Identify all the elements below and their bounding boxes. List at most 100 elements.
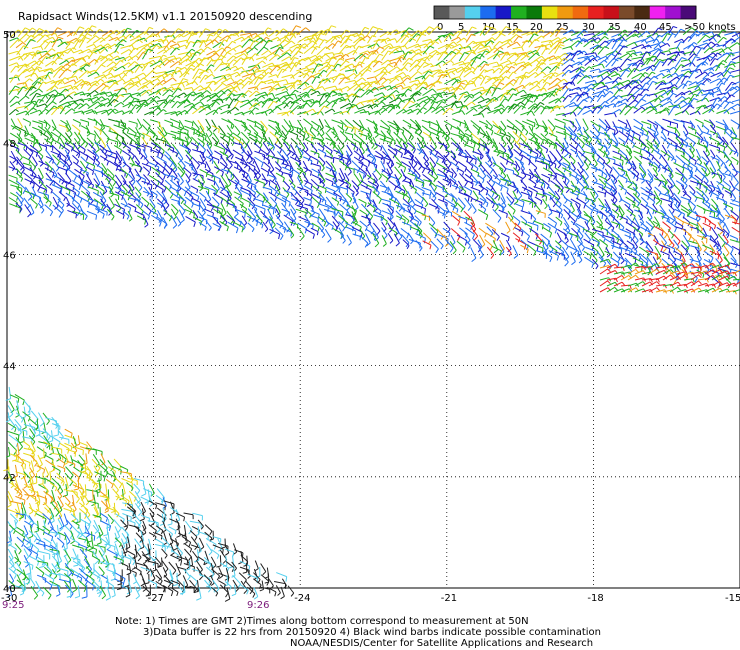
wind-barb bbox=[232, 44, 241, 50]
wind-barb-feather bbox=[402, 82, 406, 87]
wind-barb-feather bbox=[616, 174, 620, 180]
wind-barb bbox=[388, 97, 400, 104]
wind-barb-feather bbox=[122, 65, 126, 70]
wind-barb bbox=[339, 60, 347, 68]
wind-barb-feather bbox=[711, 174, 716, 179]
wind-barb bbox=[470, 132, 481, 141]
wind-barb-feather bbox=[186, 80, 190, 85]
wind-barb-feather bbox=[237, 132, 241, 136]
wind-barb-feather bbox=[183, 92, 187, 96]
wind-barb-feather bbox=[547, 66, 552, 70]
wind-barb-feather bbox=[307, 99, 312, 103]
wind-barb-feather bbox=[505, 65, 510, 69]
wind-barb-feather bbox=[255, 66, 260, 70]
wind-barb bbox=[263, 39, 269, 48]
wind-barb-feather bbox=[434, 41, 439, 45]
legend-swatch bbox=[526, 6, 543, 19]
wind-barb bbox=[624, 106, 634, 116]
wind-barb bbox=[31, 156, 38, 165]
wind-barb-feather bbox=[554, 72, 559, 75]
wind-barb-feather bbox=[91, 170, 95, 175]
wind-barb-feather bbox=[162, 168, 166, 174]
wind-barb bbox=[317, 148, 327, 154]
wind-barb-feather bbox=[450, 125, 453, 130]
wind-barb bbox=[155, 71, 166, 74]
wind-barb bbox=[29, 109, 40, 115]
wind-barb-feather bbox=[321, 167, 325, 172]
wind-barb-feather bbox=[234, 106, 239, 111]
wind-barb-feather bbox=[347, 162, 352, 166]
wind-barb-feather bbox=[460, 101, 464, 106]
wind-barb bbox=[234, 125, 241, 133]
wind-barb-feather bbox=[585, 166, 589, 171]
wind-barb-feather bbox=[496, 152, 501, 157]
wind-barb-feather bbox=[687, 80, 692, 83]
wind-barb bbox=[176, 44, 186, 49]
wind-barb-feather bbox=[491, 182, 496, 188]
wind-barb bbox=[304, 75, 312, 83]
wind-barb-feather bbox=[318, 38, 324, 42]
wind-barb bbox=[60, 119, 68, 125]
wind-barb-feather bbox=[544, 132, 549, 137]
wind-barb-feather bbox=[169, 162, 174, 168]
wind-barb-feather bbox=[32, 142, 35, 148]
wind-barb bbox=[486, 154, 493, 165]
wind-barb bbox=[429, 126, 439, 133]
wind-barb-feather bbox=[112, 181, 117, 187]
wind-barb bbox=[585, 79, 596, 84]
wind-barb-feather bbox=[309, 171, 313, 176]
wind-barb bbox=[141, 81, 151, 89]
wind-barb bbox=[66, 91, 75, 97]
legend-swatch bbox=[449, 6, 466, 19]
wind-barb-feather bbox=[388, 95, 393, 100]
wind-barb-feather bbox=[51, 48, 56, 52]
wind-barb bbox=[646, 108, 655, 114]
wind-barb-feather bbox=[206, 90, 212, 95]
wind-barb-feather bbox=[340, 145, 345, 150]
wind-barb-feather bbox=[200, 85, 204, 89]
wind-barb-feather bbox=[536, 84, 541, 89]
wind-barb-feather bbox=[54, 89, 59, 94]
wind-barb-feather bbox=[85, 103, 90, 107]
wind-barb-feather bbox=[347, 98, 351, 103]
wind-barb-feather bbox=[489, 169, 494, 174]
wind-barb bbox=[248, 167, 257, 175]
wind-barb-feather bbox=[172, 77, 177, 82]
wind-barb-feather bbox=[551, 127, 556, 132]
wind-barb bbox=[136, 47, 144, 56]
wind-barb bbox=[730, 119, 740, 126]
wind-barb-feather bbox=[233, 89, 238, 93]
wind-barb-feather bbox=[364, 173, 367, 178]
wind-barb-feather bbox=[618, 66, 623, 71]
wind-barb bbox=[332, 73, 341, 83]
wind-barb-feather bbox=[681, 57, 687, 60]
wind-barb-feather bbox=[508, 136, 511, 142]
wind-barb bbox=[190, 101, 201, 108]
wind-barb-feather bbox=[699, 69, 703, 74]
wind-barb-feather bbox=[501, 104, 505, 109]
wind-barb bbox=[666, 51, 678, 56]
wind-barb bbox=[268, 54, 278, 62]
wind-barb bbox=[72, 155, 79, 162]
wind-barb-feather bbox=[435, 158, 439, 164]
wind-barb-feather bbox=[119, 43, 125, 47]
wind-barb-feather bbox=[641, 98, 647, 102]
wind-barb bbox=[324, 100, 334, 108]
wind-barb bbox=[281, 74, 293, 78]
wind-barb-feather bbox=[39, 163, 44, 167]
wind-barb bbox=[451, 79, 459, 86]
wind-barb-feather bbox=[422, 107, 427, 110]
wind-barb-feather bbox=[682, 167, 685, 174]
wind-barb bbox=[73, 49, 82, 54]
wind-barb-feather bbox=[148, 61, 154, 65]
wind-barb bbox=[575, 38, 584, 48]
wind-barb bbox=[402, 119, 412, 126]
wind-barb bbox=[128, 132, 140, 138]
wind-barb-feather bbox=[722, 141, 726, 146]
wind-barb bbox=[317, 142, 325, 149]
wind-barb-feather bbox=[693, 42, 698, 45]
wind-barb bbox=[380, 173, 389, 180]
wind-barb-feather bbox=[450, 71, 456, 75]
wind-barb bbox=[472, 91, 480, 97]
wind-barb bbox=[267, 160, 275, 170]
